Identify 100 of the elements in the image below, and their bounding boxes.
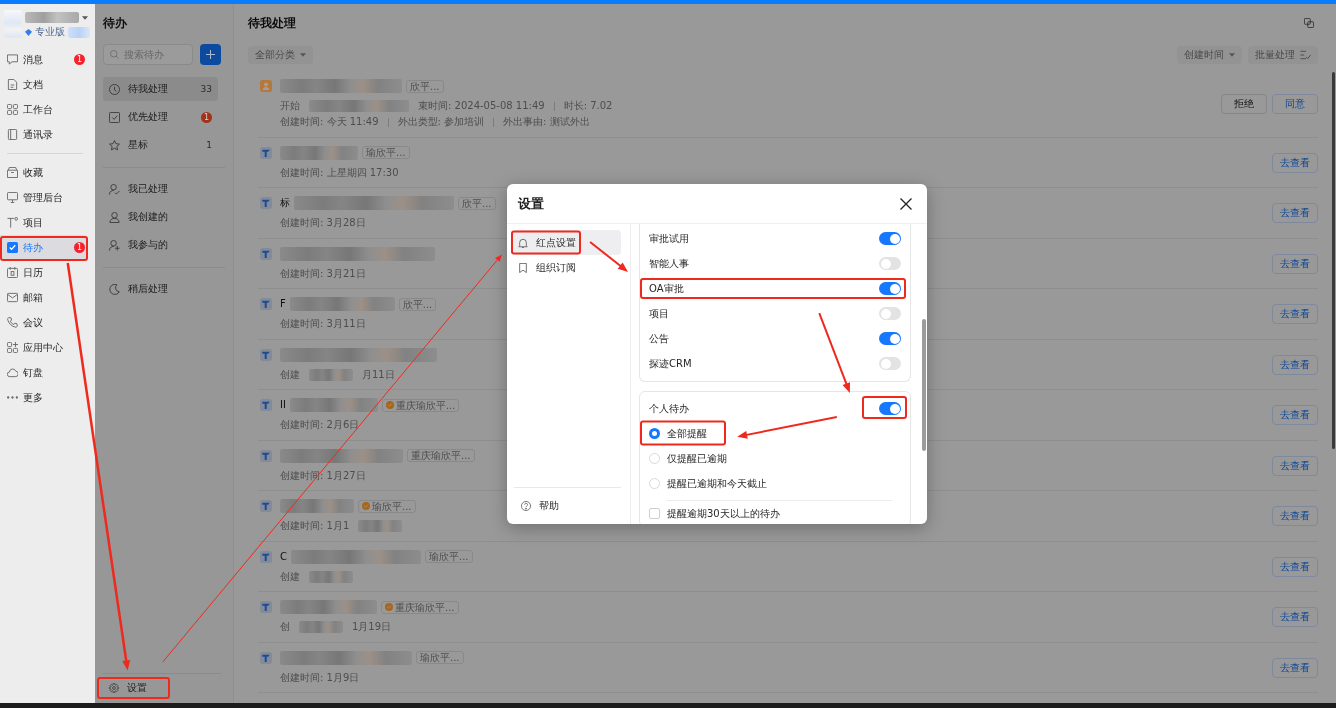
tag-label: 欣平... [410, 80, 440, 92]
action-button[interactable]: 拒绝 [1221, 94, 1267, 114]
unread-badge: 1 [74, 54, 85, 65]
toggle-switch[interactable] [879, 282, 901, 295]
toggle-switch[interactable] [879, 307, 901, 320]
nav-item[interactable]: 消息 1 [0, 47, 88, 72]
crescent-icon [109, 283, 120, 295]
action-button[interactable]: 同意 [1272, 94, 1318, 114]
meta-text: 创建时间: 3月28日 [280, 217, 366, 229]
meta-text: 创建时间: 1月1 [280, 520, 350, 532]
panel-title: 待办 [103, 15, 128, 32]
scrollbar-thumb[interactable] [1332, 72, 1335, 449]
redaction-block [358, 520, 403, 532]
settings-nav-item[interactable]: 组织订阅 [511, 255, 621, 281]
nav-item[interactable]: 日历 [0, 260, 88, 285]
setting-label: 智能人事 [649, 257, 689, 270]
check-circle-icon [385, 401, 394, 409]
meta-text: 创建 [280, 368, 300, 381]
person-icon [109, 211, 120, 223]
filter-item[interactable]: 星标 1 [103, 133, 218, 157]
action-button[interactable]: 去查看 [1272, 203, 1318, 223]
nav-item[interactable]: 应用中心 [0, 335, 88, 360]
toggle-switch[interactable] [879, 332, 901, 345]
overlap-squares-icon [1304, 18, 1314, 28]
action-button[interactable]: 去查看 [1272, 253, 1318, 274]
meta-text: 创建时间: 1月9日 [280, 671, 360, 684]
settings-icon [109, 683, 119, 693]
meta-text: 开始 [280, 100, 300, 112]
radio-button[interactable] [649, 428, 660, 439]
action-button[interactable]: 去查看 [1272, 405, 1318, 425]
meta-text: 创建时间: 2月6日 [280, 419, 360, 431]
dialog-title: 设置 [518, 195, 544, 212]
meta-text: 外出类型: 参加培训 [397, 116, 485, 128]
toggle-switch[interactable] [879, 402, 901, 415]
meta-text: 创 [280, 621, 290, 633]
clock-icon [109, 83, 120, 95]
meta-text: 创建 [280, 570, 300, 583]
help-icon [521, 501, 531, 511]
item-title: 标 [280, 197, 290, 209]
meta-text: 创建时间: 今天 11:49 [280, 116, 379, 128]
meta-text: 时长: 7.02 [563, 100, 613, 112]
item-count: 1 [206, 139, 212, 151]
help-button[interactable]: 帮助 [511, 494, 621, 518]
option-label: 提醒已逾期和今天截止 [667, 477, 767, 490]
add-button[interactable] [200, 44, 221, 65]
folder-icon [7, 167, 18, 178]
action-button[interactable]: 去查看 [1272, 556, 1318, 577]
batch-button[interactable]: 批量处理 [1248, 46, 1318, 64]
action-button[interactable]: 去查看 [1272, 657, 1318, 678]
scrollbar-thumb[interactable] [922, 319, 926, 451]
nav-item[interactable]: 工作台 [0, 97, 88, 122]
t-logo-tile-icon [260, 500, 272, 512]
toggle-switch[interactable] [879, 357, 901, 370]
setting-label: OA审批 [649, 282, 684, 295]
filter-item[interactable]: 我参与的 [103, 233, 218, 257]
settings-button[interactable]: 设置 [97, 677, 170, 699]
meta-text: 创建时间: 3月11日 [280, 318, 366, 330]
filter-item[interactable]: 优先处理 1 [103, 105, 218, 129]
nav-item[interactable]: 更多 [0, 385, 88, 410]
checkbox-label: 提醒逾期30天以上的待办 [667, 507, 780, 520]
setting-label: 审批试用 [649, 232, 689, 245]
option-label: 全部提醒 [667, 427, 707, 440]
nav-item[interactable]: 邮箱 [0, 285, 88, 310]
caret-icon [1229, 53, 1235, 57]
tag-label: 瑜欣平... [420, 652, 460, 663]
setting-label: 项目 [649, 307, 669, 320]
toggle-switch[interactable] [879, 257, 901, 270]
action-button[interactable]: 去查看 [1272, 506, 1318, 526]
nav-item[interactable]: 会议 [0, 310, 88, 335]
nav-item[interactable]: 钉盘 [0, 360, 88, 385]
monitor-icon [7, 192, 18, 203]
nav-item[interactable]: 通讯录 [0, 122, 88, 147]
calendar-icon [7, 267, 18, 278]
toggle-switch[interactable] [879, 232, 901, 245]
redaction-block [4, 10, 22, 38]
page-title: 待我处理 [248, 15, 296, 31]
filter-item[interactable]: 我创建的 [103, 205, 218, 229]
category-dropdown[interactable]: 全部分类 [248, 46, 313, 64]
meta-text: 束时间: 2024-05-08 11:49 [418, 100, 545, 112]
t-logo-tile-icon [260, 247, 272, 260]
nav-item[interactable]: 项目 [0, 210, 88, 235]
nav-item[interactable]: 收藏 [0, 160, 88, 185]
nav-item[interactable]: 管理后台 [0, 185, 88, 210]
tag-label: 瑜欣平... [372, 500, 412, 512]
nav-item[interactable]: 文档 [0, 72, 88, 97]
filter-item[interactable]: 稍后处理 [103, 277, 218, 301]
action-button[interactable]: 去查看 [1272, 455, 1318, 476]
project-icon [7, 217, 18, 228]
action-button[interactable]: 去查看 [1272, 607, 1318, 627]
action-button[interactable]: 去查看 [1272, 304, 1318, 324]
checkbox[interactable] [649, 508, 660, 519]
meta-text: 创建时间: 3月21日 [280, 267, 366, 280]
tag-label: 欣平... [462, 197, 492, 209]
sort-dropdown[interactable]: 创建时间 [1177, 46, 1242, 64]
action-button[interactable]: 去查看 [1272, 152, 1318, 173]
action-button[interactable]: 去查看 [1272, 354, 1318, 375]
filter-item[interactable]: 待我处理 33 [103, 77, 218, 101]
cloud-icon [7, 367, 18, 378]
redaction-block [68, 26, 90, 38]
filter-item[interactable]: 我已处理 [103, 177, 218, 201]
